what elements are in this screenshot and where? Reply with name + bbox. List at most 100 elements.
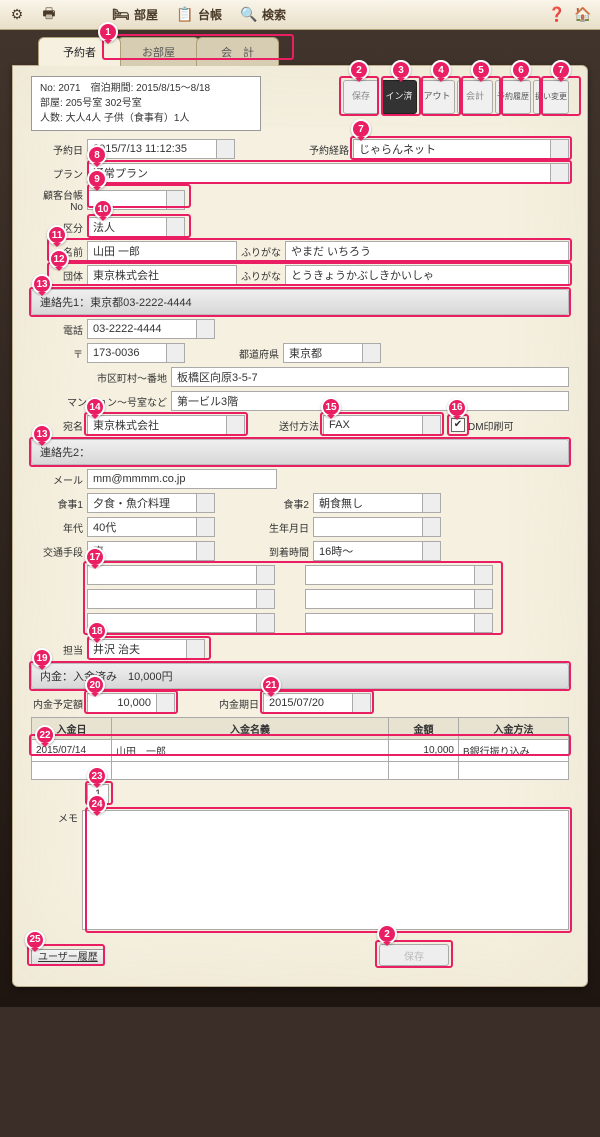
- age-dd[interactable]: [197, 517, 215, 537]
- arrival-dd[interactable]: [423, 541, 441, 561]
- callout-13: 13: [32, 274, 52, 294]
- plan-field[interactable]: 通常プラン: [87, 163, 551, 183]
- mail-label: メール: [31, 472, 87, 487]
- help-icon[interactable]: ❓: [548, 6, 566, 24]
- custom-b2[interactable]: [305, 589, 475, 609]
- col-amount: 金額: [389, 718, 459, 740]
- callout-10: 10: [93, 199, 113, 219]
- account-button[interactable]: 会計: [457, 80, 493, 114]
- reserve-route-label: 予約経路: [305, 142, 353, 157]
- callout-9: 9: [87, 169, 107, 189]
- callout-15: 15: [321, 397, 341, 417]
- transport-dd[interactable]: [197, 541, 215, 561]
- birth-field[interactable]: [313, 517, 423, 537]
- reserve-date-label: 予約日: [31, 142, 87, 157]
- name-kana-field[interactable]: やまだ いちろう: [285, 241, 569, 261]
- callout-7: 7: [551, 60, 571, 80]
- home-icon[interactable]: 🏠: [574, 6, 592, 24]
- ledger-no-btn[interactable]: [167, 190, 185, 210]
- zip-btn[interactable]: [167, 343, 185, 363]
- table-row[interactable]: [32, 762, 569, 780]
- nav-room-label: 部屋: [134, 6, 158, 23]
- meal2-dd[interactable]: [423, 493, 441, 513]
- deposit-banner: 内金：入金済み 10,000円 19: [31, 663, 569, 689]
- pic-dd[interactable]: [187, 639, 205, 659]
- history-button[interactable]: 予約履歴: [495, 80, 531, 114]
- callout-23: 23: [87, 766, 107, 786]
- mail-field[interactable]: mm@mmmm.co.jp: [87, 469, 277, 489]
- deposit-due-label: 内金期日: [215, 696, 263, 711]
- callout-7b: 7: [351, 119, 371, 139]
- memo-label: メモ: [31, 810, 82, 825]
- callout-2: 2: [349, 60, 369, 80]
- deposit-est-label: 内金予定額: [31, 696, 87, 711]
- group-kana-field[interactable]: とうきょうかぶしきかいしゃ: [285, 265, 569, 285]
- deposit-due-btn[interactable]: [353, 693, 371, 713]
- callout-19: 19: [32, 648, 52, 668]
- atena-field[interactable]: 東京株式会社: [87, 415, 227, 435]
- memo-field[interactable]: [82, 810, 569, 930]
- tab-room[interactable]: お部屋: [117, 37, 200, 66]
- gear-icon[interactable]: ⚙: [8, 6, 26, 24]
- nav-search[interactable]: 🔍 検索: [240, 6, 286, 24]
- custom-b3[interactable]: [305, 613, 475, 633]
- meal2-field[interactable]: 朝食無し: [313, 493, 423, 513]
- plan-dd[interactable]: [551, 163, 569, 183]
- age-field[interactable]: 40代: [87, 517, 197, 537]
- arrival-field[interactable]: 16時～: [313, 541, 423, 561]
- callout-1: 1: [98, 22, 118, 42]
- send-field[interactable]: FAX: [323, 415, 423, 435]
- age-label: 年代: [31, 520, 87, 535]
- custom-b1[interactable]: [305, 565, 475, 585]
- custom-a2[interactable]: [87, 589, 257, 609]
- transport-label: 交通手段: [31, 544, 87, 559]
- print-icon[interactable]: 🖶: [40, 6, 58, 24]
- birth-btn[interactable]: [423, 517, 441, 537]
- form-paper: No: 2071 宿泊期間: 2015/8/15～8/18 部屋: 205号室 …: [12, 65, 588, 987]
- custom-a3[interactable]: [87, 613, 257, 633]
- tel-btn[interactable]: [197, 319, 215, 339]
- nav-ledger-label: 台帳: [198, 6, 222, 23]
- pref-dd[interactable]: [363, 343, 381, 363]
- search-icon: 🔍: [240, 6, 258, 24]
- group-field[interactable]: 東京株式会社: [87, 265, 237, 285]
- pref-label: 都道府県: [235, 346, 283, 361]
- col-name: 入金名義: [112, 718, 389, 740]
- category-dd[interactable]: [167, 217, 185, 237]
- nav-room[interactable]: 🛏 部屋: [112, 6, 158, 24]
- city-field[interactable]: 板橋区向原3-5-7: [171, 367, 569, 387]
- tel-field[interactable]: 03-2222-4444: [87, 319, 197, 339]
- callout-24: 24: [87, 794, 107, 814]
- tel-label: 電話: [31, 322, 87, 337]
- dm-label: DM印刷可: [468, 418, 514, 433]
- meal1-field[interactable]: 夕食・魚介料理: [87, 493, 197, 513]
- table-row[interactable]: 2015/07/14 山田 一郎 10,000 B銀行振り込み: [32, 740, 569, 762]
- payment-table: 入金日 入金名義 金額 入金方法 2015/07/14 山田 一郎 10,000…: [31, 717, 569, 780]
- deposit-est-btn[interactable]: [157, 693, 175, 713]
- reserve-route-dd[interactable]: [551, 139, 569, 159]
- tab-account[interactable]: 会 計: [196, 37, 279, 66]
- reserve-route-field[interactable]: じゃらんネット: [353, 139, 551, 159]
- pic-field[interactable]: 井沢 治夫: [87, 639, 187, 659]
- tabs: 予約者 お部屋 会 計 1: [12, 37, 588, 66]
- deposit-due-field[interactable]: 2015/07/20: [263, 693, 353, 713]
- callout-13b: 13: [32, 424, 52, 444]
- meal1-dd[interactable]: [197, 493, 215, 513]
- name-field[interactable]: 山田 一郎: [87, 241, 237, 261]
- zip-field[interactable]: 173-0036: [87, 343, 167, 363]
- callout-14: 14: [85, 397, 105, 417]
- arrival-label: 到着時間: [265, 544, 313, 559]
- nav-ledger[interactable]: 📋 台帳: [176, 6, 222, 24]
- atena-dd[interactable]: [227, 415, 245, 435]
- user-history-button[interactable]: ユーザー履歴: [31, 949, 105, 966]
- bed-icon: 🛏: [112, 6, 130, 24]
- callout-11: 11: [47, 225, 67, 245]
- reserve-date-picker[interactable]: [217, 139, 235, 159]
- plan-label: プラン: [31, 166, 87, 181]
- clipboard-icon: 📋: [176, 6, 194, 24]
- pref-field[interactable]: 東京都: [283, 343, 363, 363]
- callout-2b: 2: [377, 924, 397, 944]
- send-dd[interactable]: [423, 415, 441, 435]
- bldg-field[interactable]: 第一ビル3階: [171, 391, 569, 411]
- custom-a1[interactable]: [87, 565, 257, 585]
